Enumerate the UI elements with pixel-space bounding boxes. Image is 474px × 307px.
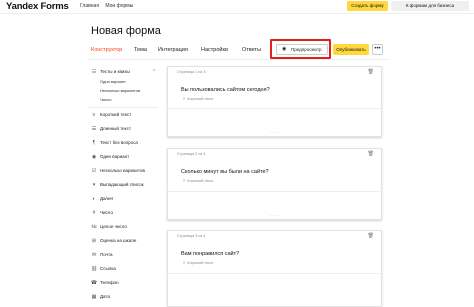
sidebar-item-label: Один вариант bbox=[100, 154, 130, 159]
card-divider bbox=[167, 191, 382, 192]
long-text-icon: ☰ bbox=[91, 126, 97, 132]
radio-icon: ◉ bbox=[91, 154, 97, 160]
mail-icon: ✉ bbox=[91, 252, 97, 258]
question-card[interactable]: Страница 2 из 4 🗑 Сколько минут вы были … bbox=[167, 148, 382, 220]
trash-icon[interactable]: 🗑 bbox=[368, 69, 374, 75]
sidebar-group-label: Тесты и квизы bbox=[100, 69, 130, 74]
sidebar-item-email[interactable]: ✉ Почта bbox=[86, 250, 162, 260]
tab-settings[interactable]: Настройки bbox=[201, 45, 228, 55]
sidebar-item-label: Телефон bbox=[100, 280, 119, 285]
short-text-icon: ≡ bbox=[183, 260, 186, 265]
question-type: ≡ Короткий текст bbox=[183, 178, 214, 183]
question-type-sidebar: ☷ Тесты и квизы ⌃ Один вариант Несколько… bbox=[86, 63, 162, 307]
more-options-button[interactable]: ••• bbox=[372, 44, 383, 55]
sidebar-item-label: Число bbox=[100, 210, 113, 215]
tab-integration[interactable]: Интеграция bbox=[158, 45, 188, 55]
sidebar-subitem-number[interactable]: Число bbox=[100, 96, 112, 104]
sidebar-item-label: Несколько вариантов bbox=[100, 168, 145, 173]
question-text[interactable]: Вам понравился сайт? bbox=[181, 251, 239, 257]
chevron-up-icon[interactable]: ⌃ bbox=[152, 67, 156, 77]
sidebar-item-date[interactable]: ▦ Дата bbox=[86, 292, 162, 302]
sidebar-item-label: Почта bbox=[100, 252, 113, 257]
dropdown-icon: ▾ bbox=[92, 182, 96, 188]
highlight-box bbox=[270, 39, 331, 59]
publish-button[interactable]: Опубликовать bbox=[333, 44, 369, 55]
question-type-label: Короткий текст bbox=[187, 97, 214, 101]
sidebar-item-label: Выпадающий список bbox=[100, 182, 144, 187]
question-text[interactable]: Сколько минут вы были на сайте? bbox=[181, 169, 269, 175]
top-bar: Yandex Forms Главная Мои формы Создать ф… bbox=[0, 0, 474, 14]
page-indicator: Страница 3 из 4 bbox=[177, 234, 206, 238]
text-icon: ¶ bbox=[92, 140, 96, 146]
question-card[interactable]: Страница 3 из 4 🗑 Вам понравился сайт? ≡… bbox=[167, 230, 382, 307]
sidebar-item-integer[interactable]: № Целое число bbox=[86, 222, 162, 232]
quiz-icon: ☷ bbox=[91, 69, 97, 75]
link-icon: ⛓ bbox=[90, 266, 98, 272]
sidebar-subitem-single[interactable]: Один вариант bbox=[100, 78, 126, 86]
trash-icon[interactable]: 🗑 bbox=[368, 233, 374, 239]
drag-handle-icon[interactable]: ⋯⋯ bbox=[269, 213, 279, 218]
sidebar-subitem-multiple[interactable]: Несколько вариантов bbox=[100, 87, 140, 95]
business-forms-button[interactable]: К формам для бизнеса bbox=[391, 1, 469, 11]
sidebar-item-text-no-question[interactable]: ¶ Текст без вопроса bbox=[86, 138, 162, 148]
question-type-label: Короткий текст bbox=[187, 261, 214, 265]
card-divider bbox=[167, 108, 382, 109]
question-card[interactable]: Страница 1 из 4 🗑 Вы пользовались сайтом… bbox=[167, 66, 382, 137]
sidebar-item-label: Текст без вопроса bbox=[100, 140, 138, 145]
short-text-icon: ≡ bbox=[183, 178, 186, 183]
question-type: ≡ Короткий текст bbox=[183, 96, 214, 101]
nav-my-forms-link[interactable]: Мои формы bbox=[105, 3, 133, 9]
short-text-icon: ≡ bbox=[183, 96, 186, 101]
sidebar-divider bbox=[88, 107, 158, 108]
tabs-divider bbox=[88, 59, 388, 60]
sidebar-item-yes-no[interactable]: ◐ Да/нет bbox=[86, 194, 162, 204]
toggle-icon: ◐ bbox=[92, 196, 96, 202]
card-divider bbox=[167, 273, 382, 274]
sidebar-item-label: Ссылка bbox=[100, 266, 116, 271]
sidebar-item-label: Дата bbox=[100, 294, 110, 299]
question-text[interactable]: Вы пользовались сайтом сегодня? bbox=[181, 87, 270, 93]
create-form-button[interactable]: Создать форму bbox=[347, 1, 388, 11]
calendar-icon: ▦ bbox=[91, 294, 97, 300]
phone-icon: ☎ bbox=[90, 280, 98, 286]
sidebar-item-label: Да/нет bbox=[100, 196, 114, 201]
sidebar-item-label: Оценка на шкале bbox=[100, 238, 137, 243]
page-indicator: Страница 2 из 4 bbox=[177, 152, 206, 156]
sidebar-item-single-choice[interactable]: ◉ Один вариант bbox=[86, 152, 162, 162]
sidebar-item-label: Длинный текст bbox=[100, 126, 131, 131]
sidebar-item-scale[interactable]: ⊞ Оценка на шкале bbox=[86, 236, 162, 246]
sidebar-item-phone[interactable]: ☎ Телефон bbox=[86, 278, 162, 288]
sidebar-item-link[interactable]: ⛓ Ссылка bbox=[86, 264, 162, 274]
scale-icon: ⊞ bbox=[91, 238, 97, 244]
tab-theme[interactable]: Тема bbox=[134, 45, 147, 55]
sidebar-item-number[interactable]: # Число bbox=[86, 208, 162, 218]
tab-constructor[interactable]: Конструктор bbox=[91, 45, 122, 55]
tab-responses[interactable]: Ответы bbox=[242, 45, 261, 55]
app-logo[interactable]: Yandex Forms bbox=[6, 1, 69, 12]
sidebar-item-long-text[interactable]: ☰ Длинный текст bbox=[86, 124, 162, 134]
sidebar-group-quizzes[interactable]: ☷ Тесты и квизы ⌃ bbox=[86, 67, 162, 77]
top-nav: Главная Мои формы bbox=[80, 3, 138, 9]
sidebar-item-short-text[interactable]: ≡ Короткий текст bbox=[86, 110, 162, 120]
checkbox-icon: ☑ bbox=[91, 168, 97, 174]
integer-icon: № bbox=[91, 224, 97, 230]
drag-handle-icon[interactable]: ⋯⋯ bbox=[269, 130, 279, 135]
question-type: ≡ Короткий текст bbox=[183, 260, 214, 265]
page-title[interactable]: Новая форма bbox=[91, 25, 161, 37]
sidebar-item-multiple-choice[interactable]: ☑ Несколько вариантов bbox=[86, 166, 162, 176]
question-type-label: Короткий текст bbox=[187, 179, 214, 183]
number-icon: # bbox=[92, 210, 96, 216]
page-indicator: Страница 1 из 4 bbox=[177, 70, 206, 74]
sidebar-item-label: Целое число bbox=[100, 224, 127, 229]
short-text-icon: ≡ bbox=[92, 112, 96, 118]
sidebar-item-dropdown[interactable]: ▾ Выпадающий список bbox=[86, 180, 162, 190]
nav-home-link[interactable]: Главная bbox=[80, 3, 99, 9]
trash-icon[interactable]: 🗑 bbox=[368, 151, 374, 157]
sidebar-item-label: Короткий текст bbox=[100, 112, 132, 117]
